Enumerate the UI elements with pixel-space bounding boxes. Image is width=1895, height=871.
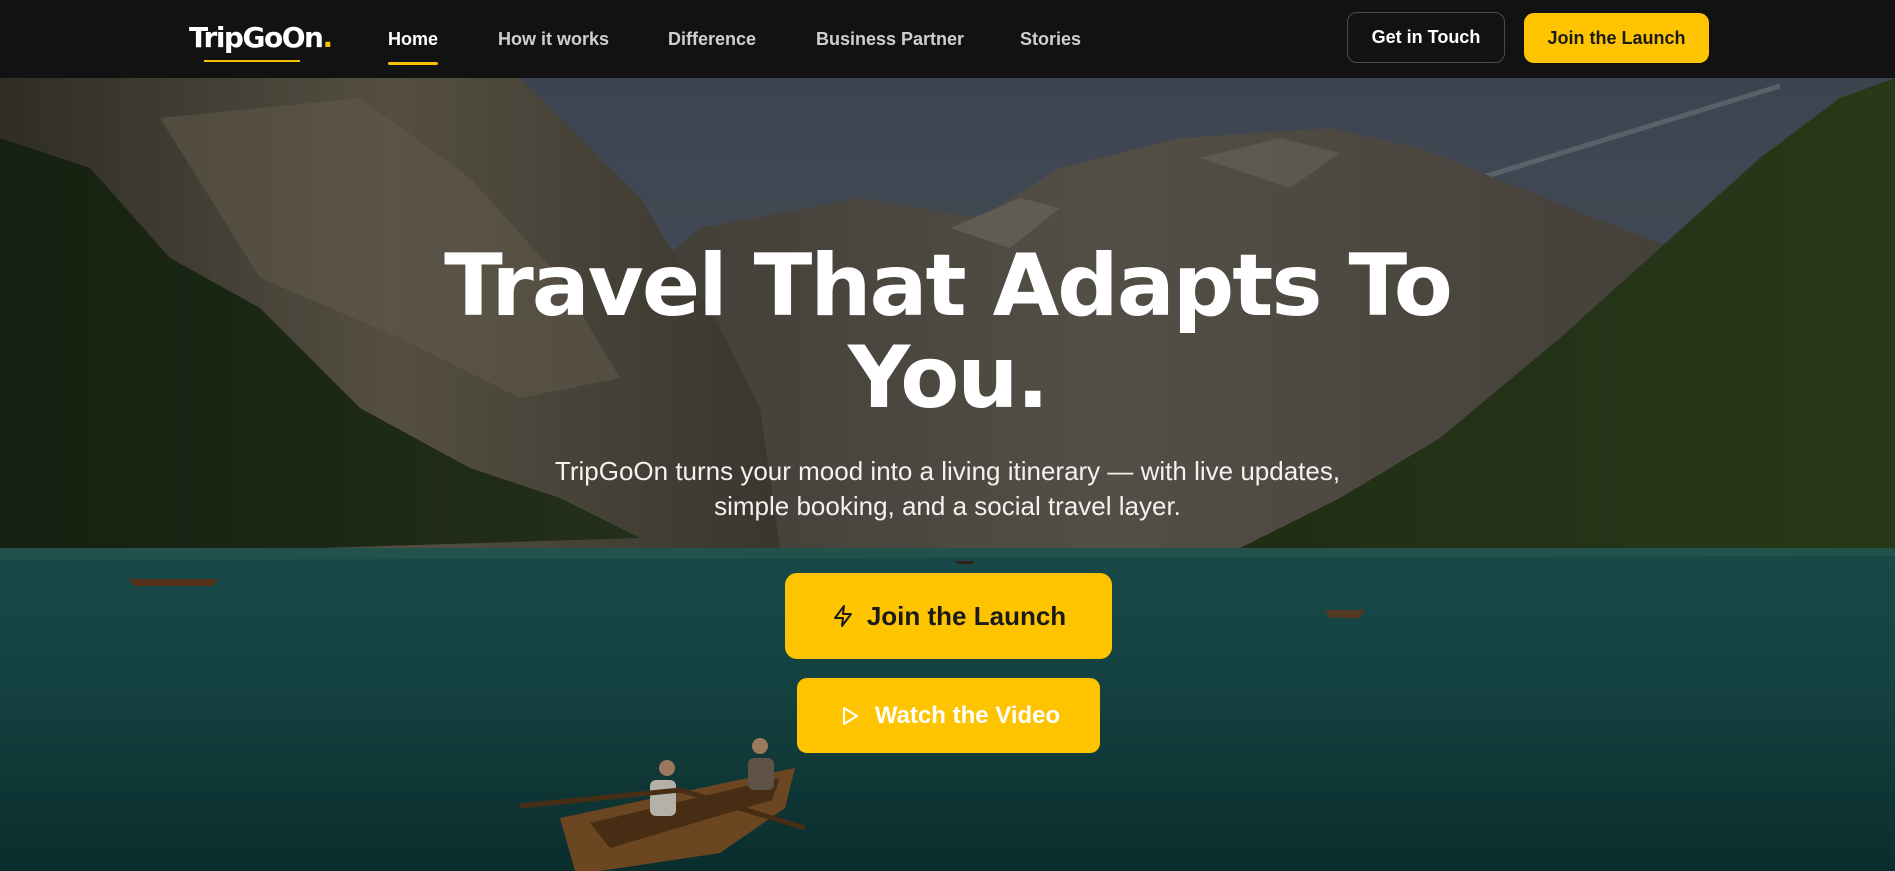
active-nav-indicator bbox=[388, 62, 438, 65]
hero-headline-line1: Travel That Adapts To bbox=[444, 236, 1453, 336]
hero-subtitle: TripGoOn turns your mood into a living i… bbox=[0, 454, 1895, 524]
get-in-touch-button[interactable]: Get in Touch bbox=[1347, 12, 1505, 63]
hero-subtitle-line1: TripGoOn turns your mood into a living i… bbox=[554, 456, 1341, 486]
logo-text: TripGoOn. bbox=[189, 21, 333, 54]
nav-link-how-it-works[interactable]: How it works bbox=[498, 28, 609, 50]
join-launch-nav-button[interactable]: Join the Launch bbox=[1524, 13, 1709, 63]
play-icon bbox=[842, 706, 858, 725]
hero-subtitle-line2: simple booking, and a social travel laye… bbox=[714, 491, 1181, 521]
join-launch-hero-button[interactable]: Join the Launch bbox=[785, 573, 1112, 659]
lightning-icon bbox=[833, 605, 852, 627]
top-navbar: TripGoOn. Home How it works Difference B… bbox=[0, 0, 1895, 78]
hero-headline: Travel That Adapts To You. bbox=[0, 240, 1895, 424]
nav-link-difference[interactable]: Difference bbox=[668, 28, 756, 50]
logo-underline bbox=[204, 60, 300, 62]
watch-video-label: Watch the Video bbox=[874, 701, 1061, 729]
join-launch-hero-label: Join the Launch bbox=[866, 600, 1067, 631]
nav-link-home[interactable]: Home bbox=[388, 28, 438, 50]
nav-link-stories[interactable]: Stories bbox=[1020, 28, 1081, 50]
hero-headline-line2: You. bbox=[847, 328, 1049, 428]
logo[interactable]: TripGoOn. bbox=[189, 18, 333, 62]
nav-link-business-partner[interactable]: Business Partner bbox=[816, 28, 964, 50]
watch-video-button[interactable]: Watch the Video bbox=[797, 678, 1100, 753]
hero-section: Travel That Adapts To You. TripGoOn turn… bbox=[0, 78, 1895, 871]
